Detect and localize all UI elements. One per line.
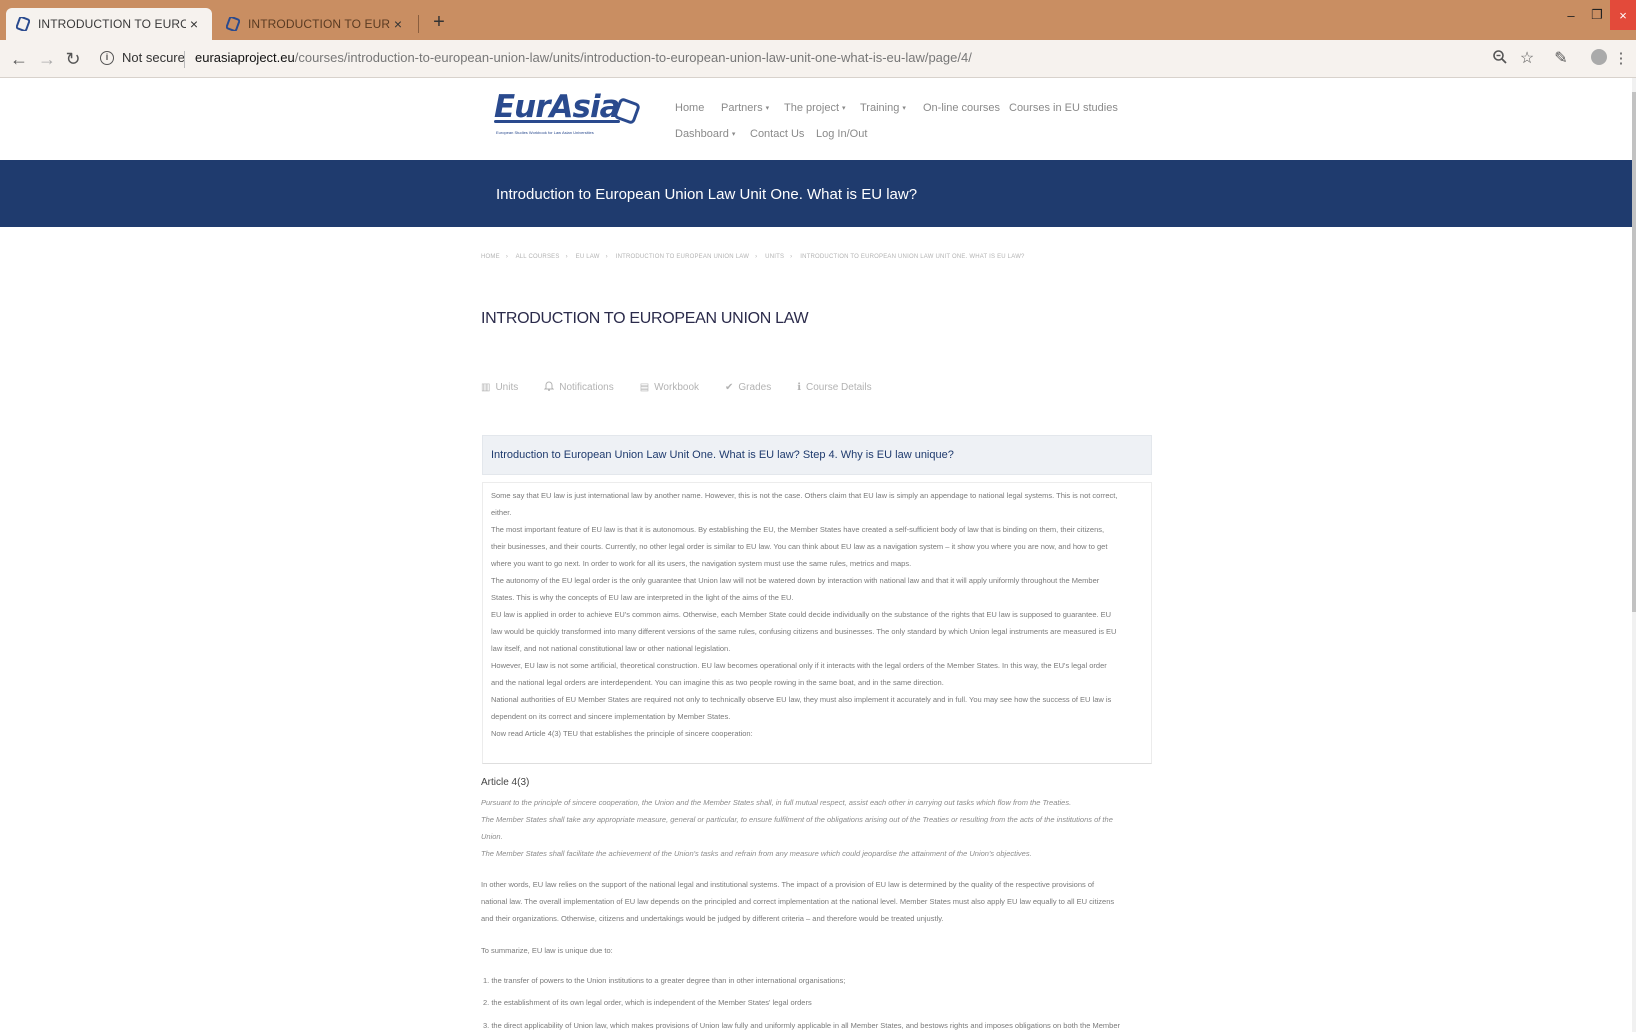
banner-title: Introduction to European Union Law Unit … (496, 186, 918, 203)
breadcrumb-item[interactable]: UNITS (765, 254, 784, 260)
tab-workbook[interactable]: ▤ Workbook (640, 380, 699, 394)
tab-course-details[interactable]: ℹ Course Details (797, 380, 871, 394)
paragraph-line: States. This is why the concepts of EU l… (491, 593, 794, 602)
book-icon: ▤ (639, 381, 650, 393)
extension-icon[interactable]: ✎ (1551, 49, 1571, 69)
paragraph-line: and the national legal orders are interd… (491, 678, 944, 687)
paragraph-line: dependent on its correct and sincere imp… (491, 712, 731, 721)
breadcrumb-item[interactable]: ALL COURSES (516, 254, 560, 260)
nav-training[interactable]: Training ▾ (860, 102, 906, 114)
article-line: The Member States shall facilitate the a… (481, 849, 1032, 858)
nav-dashboard[interactable]: Dashboard ▾ (675, 128, 735, 140)
nav-courses-eu-studies[interactable]: Courses in EU studies (1009, 102, 1118, 114)
logo-swoosh (494, 120, 620, 123)
site-info-button[interactable]: i Not secure (100, 50, 185, 65)
paragraph-line: Some say that EU law is just internation… (491, 491, 1118, 500)
nav-home[interactable]: Home (675, 102, 704, 114)
chart-icon: ▥ (481, 381, 491, 393)
paragraph-line: where you want to go next. In order to w… (491, 559, 912, 568)
paragraph-line: EU law is applied in order to achieve EU… (491, 610, 1112, 619)
url-path: /courses/introduction-to-european-union-… (294, 50, 972, 65)
step-header: Introduction to European Union Law Unit … (482, 435, 1152, 475)
body-line: national law. The overall implementation… (481, 897, 1115, 906)
minimize-button[interactable]: – (1558, 0, 1584, 30)
paragraph-line: law would be quickly transformed into ma… (491, 627, 1117, 636)
tab-notifications[interactable]: Notifications (544, 380, 614, 394)
step-title: Introduction to European Union Law Unit … (491, 449, 954, 461)
paragraph-line: Now read Article 4(3) TEU that establish… (491, 729, 753, 738)
tab-close-icon[interactable]: × (390, 16, 406, 32)
paragraph-line: their businesses, and their courts. Curr… (491, 542, 1108, 551)
nav-the-project[interactable]: The project ▾ (784, 102, 846, 114)
scrollbar-thumb[interactable] (1632, 92, 1636, 612)
maximize-button[interactable]: ❐ (1584, 0, 1610, 30)
article-line: Pursuant to the principle of sincere coo… (481, 798, 1072, 807)
breadcrumb-current: INTRODUCTION TO EUROPEAN UNION LAW UNIT … (800, 254, 1025, 260)
browser-tab-active[interactable]: INTRODUCTION TO EUROPEAN × (6, 8, 212, 40)
body-line: and their organizations. Otherwise, citi… (481, 914, 944, 923)
forward-icon[interactable]: → (36, 48, 58, 70)
zoom-icon[interactable] (1490, 49, 1510, 69)
back-icon[interactable]: ← (8, 48, 30, 70)
article-line: Union. (481, 832, 503, 841)
article-heading: Article 4(3) (481, 777, 530, 788)
url-field[interactable]: eurasiaproject.eu/courses/introduction-t… (195, 50, 972, 65)
nav-contact-us[interactable]: Contact Us (750, 128, 804, 140)
nav-log-in-out[interactable]: Log In/Out (816, 128, 867, 140)
paragraph-line: The autonomy of the EU legal order is th… (491, 576, 1100, 585)
list-item: 1. the transfer of powers to the Union i… (483, 976, 846, 985)
chevron-down-icon: ▾ (765, 105, 770, 113)
address-bar: ← → ↻ i Not secure eurasiaproject.eu/cou… (0, 40, 1636, 78)
tab-grades[interactable]: ✔ Grades (725, 380, 771, 394)
site-favicon-icon (226, 17, 240, 31)
star-icon[interactable]: ☆ (1517, 49, 1537, 69)
paragraph-line: either. (491, 508, 512, 517)
chevron-down-icon: ▾ (902, 105, 906, 113)
summary-intro: To summarize, EU law is unique due to: (481, 946, 613, 955)
url-divider (184, 51, 185, 68)
info-icon: i (100, 50, 114, 65)
paragraph-line: law itself, and not national constitutio… (491, 644, 731, 653)
step-content: Some say that EU law is just internation… (482, 482, 1152, 764)
body-line: In other words, EU law relies on the sup… (481, 880, 1095, 889)
url-host: eurasiaproject.eu (195, 50, 295, 65)
list-item: 2. the establishment of its own legal or… (483, 998, 812, 1007)
list-item: 3. the direct applicability of Union law… (483, 1021, 1120, 1030)
nav-partners[interactable]: Partners ▾ (721, 102, 769, 114)
close-window-button[interactable]: × (1610, 0, 1636, 30)
breadcrumb-item[interactable]: HOME (481, 254, 500, 260)
paragraph-line: The most important feature of EU law is … (491, 525, 1105, 534)
logo-subtitle: European Studies Workbook for Law Asian … (496, 130, 594, 135)
reload-icon[interactable]: ↻ (62, 48, 84, 70)
site-favicon-icon (16, 17, 30, 31)
tab-divider (418, 15, 419, 33)
nav-online-courses[interactable]: On-line courses (923, 102, 1000, 114)
course-title: INTRODUCTION TO EUROPEAN UNION LAW (481, 310, 809, 327)
browser-tab-inactive[interactable]: INTRODUCTION TO EUROPEAN × (216, 8, 416, 40)
security-label: Not secure (122, 50, 185, 65)
site-logo[interactable]: EurAsia European Studies Workbook for La… (494, 90, 644, 138)
tab-title: INTRODUCTION TO EUROPEAN (248, 17, 390, 31)
tab-units[interactable]: ▥ Units (481, 380, 518, 394)
article-line: The Member States shall take any appropr… (481, 815, 1113, 824)
bell-icon (544, 380, 555, 394)
tab-close-icon[interactable]: × (186, 16, 202, 32)
paragraph-line: However, EU law is not some artificial, … (491, 661, 1107, 670)
breadcrumb-item[interactable]: EU LAW (576, 254, 600, 260)
breadcrumb-item[interactable]: INTRODUCTION TO EUROPEAN UNION LAW (616, 254, 749, 260)
tab-title: INTRODUCTION TO EUROPEAN (38, 17, 186, 31)
paragraph-line: National authorities of EU Member States… (491, 695, 1112, 704)
menu-icon[interactable]: ⋮ (1611, 49, 1631, 69)
account-icon[interactable] (1591, 49, 1607, 65)
browser-tabstrip: INTRODUCTION TO EUROPEAN × INTRODUCTION … (0, 0, 1636, 40)
new-tab-button[interactable]: + (428, 11, 450, 33)
chevron-down-icon: ▾ (731, 131, 736, 139)
course-tabs: ▥ Units Notifications ▤ Workbook ✔ Grades ℹ… (481, 380, 898, 394)
breadcrumb: HOME › ALL COURSES › EU LAW › INTRODUCTION … (481, 254, 1025, 260)
chevron-down-icon: ▾ (842, 105, 846, 113)
check-circle-icon: ✔ (725, 381, 734, 393)
info-circle-icon: ℹ (797, 381, 802, 393)
